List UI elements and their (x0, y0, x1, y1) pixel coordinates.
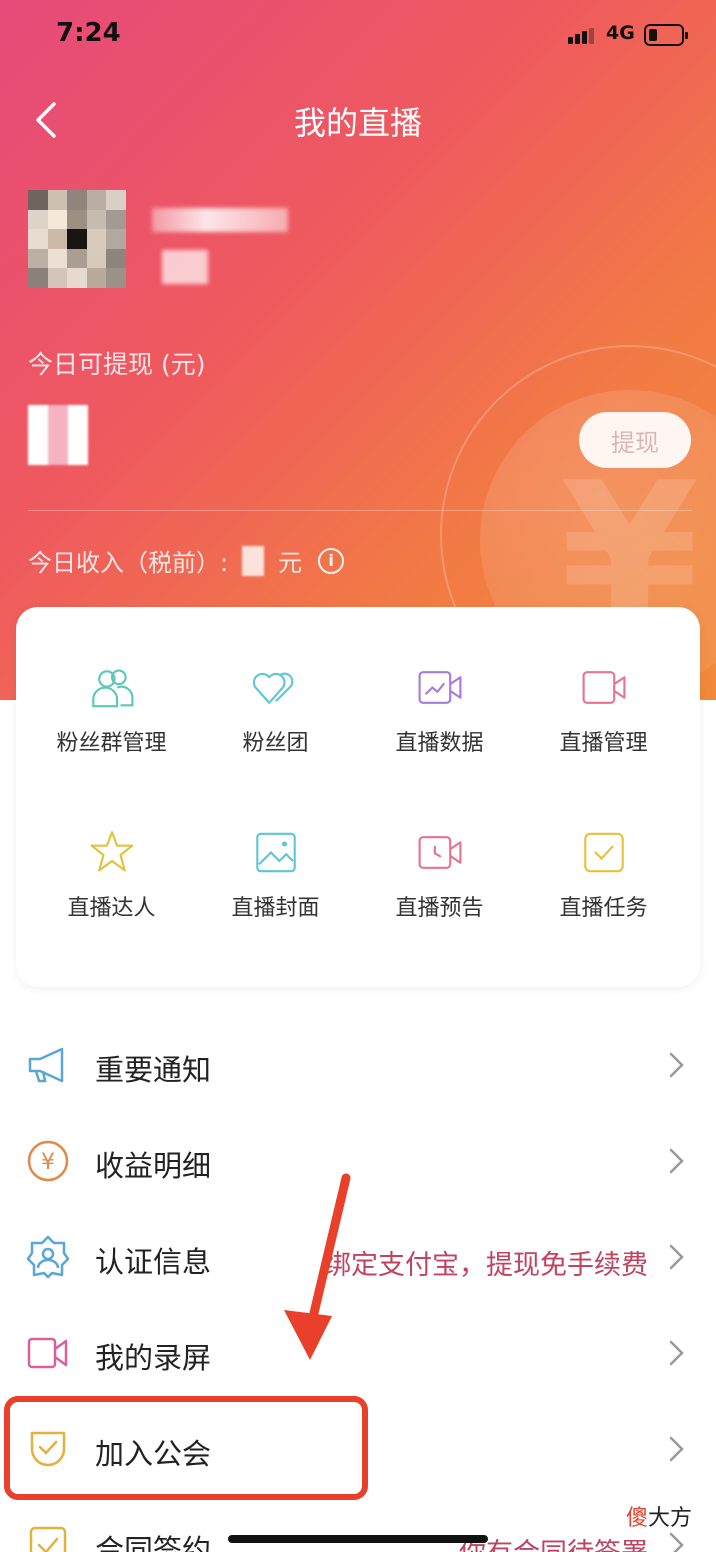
list-label: 认证信息 (95, 1245, 212, 1279)
grid-label: 粉丝团 (242, 731, 309, 756)
list-label: 重要通知 (95, 1053, 212, 1087)
highlight-annotation (4, 1396, 368, 1500)
withdraw-label: 今日可提现 (元) (28, 350, 206, 379)
chevron-right-icon (669, 1340, 684, 1366)
network-label: 4G (606, 22, 635, 44)
grid-item-live-data[interactable]: 直播数据 (354, 607, 525, 757)
income-unit: 元 (278, 549, 303, 577)
watermark-part2: 大方 (648, 1506, 693, 1531)
list-label: 收益明细 (95, 1149, 212, 1183)
withdraw-amount-redacted (28, 405, 88, 465)
income-label: 今日收入（税前）: (28, 549, 229, 577)
video-clock-icon (418, 836, 461, 869)
grid-item-live-manage[interactable]: 直播管理 (518, 607, 689, 757)
avatar[interactable] (28, 190, 126, 288)
username-redacted (152, 208, 288, 232)
list-label: 合同签约 (95, 1533, 212, 1552)
grid-label: 直播数据 (395, 731, 484, 756)
hearts-icon (252, 672, 293, 704)
grid-item-live-talent[interactable]: 直播达人 (26, 772, 197, 922)
contract-check-icon (29, 1526, 67, 1552)
grid-label: 粉丝群管理 (56, 731, 167, 756)
signal-icon (568, 26, 598, 44)
info-icon[interactable]: i (318, 547, 345, 574)
grid-item-fan-club[interactable]: 粉丝团 (190, 607, 361, 757)
home-indicator[interactable] (228, 1535, 488, 1543)
grid-label: 直播任务 (559, 896, 648, 921)
red-arrow-annotation (284, 1173, 351, 1360)
verified-user-icon (26, 1235, 70, 1279)
chevron-right-icon (669, 1244, 684, 1270)
grid-label: 直播封面 (231, 896, 320, 921)
chevron-right-icon (669, 1436, 684, 1462)
fans-group-icon (91, 669, 133, 708)
list-item-notices[interactable]: 重要通知 (0, 1017, 716, 1113)
video-chart-icon (418, 671, 461, 704)
list-item-contract[interactable]: 合同签约 你有合同待签署 (0, 1497, 716, 1552)
user-id-redacted (162, 250, 208, 284)
yen-icon: ¥ (27, 1140, 69, 1182)
chevron-right-icon (669, 1052, 684, 1078)
image-icon (255, 832, 296, 873)
video-camera-icon (582, 671, 625, 704)
watermark: 傻大方 (626, 1500, 692, 1532)
grid-label: 直播管理 (559, 731, 648, 756)
screen-record-icon (27, 1337, 68, 1369)
list-label: 我的录屏 (95, 1341, 212, 1375)
task-check-icon (583, 832, 624, 873)
withdraw-button[interactable]: 提现 (579, 412, 691, 468)
header-banner: ¥ 7:24 4G 我的直播 今日可提现 (元) 提现 今日收入（税前）: 元 … (0, 0, 716, 700)
megaphone-icon (28, 1047, 64, 1083)
income-value-redacted (242, 545, 265, 576)
grid-item-live-cover[interactable]: 直播封面 (190, 772, 361, 922)
page-title: 我的直播 (293, 104, 422, 142)
grid-item-live-preview[interactable]: 直播预告 (354, 772, 525, 922)
grid-label: 直播预告 (395, 896, 484, 921)
svg-text:¥: ¥ (41, 1150, 55, 1175)
grid-item-live-tasks[interactable]: 直播任务 (518, 772, 689, 922)
battery-icon (644, 24, 688, 46)
star-icon (90, 831, 133, 872)
today-income: 今日收入（税前）: 元 i (28, 543, 345, 578)
live-tools-card: 粉丝群管理 粉丝团 直播数据 直播管理 直播达人 直播封面 直播预告 直播任务 (16, 607, 700, 987)
grid-label: 直播达人 (67, 896, 156, 921)
contract-pending-hint: 你有合同待签署 (459, 1531, 648, 1552)
divider (28, 510, 692, 511)
watermark-part1: 傻 (626, 1506, 649, 1531)
chevron-right-icon (669, 1532, 684, 1552)
status-time: 7:24 (56, 18, 121, 48)
chevron-right-icon (669, 1148, 684, 1174)
grid-item-fans-group[interactable]: 粉丝群管理 (26, 607, 197, 757)
